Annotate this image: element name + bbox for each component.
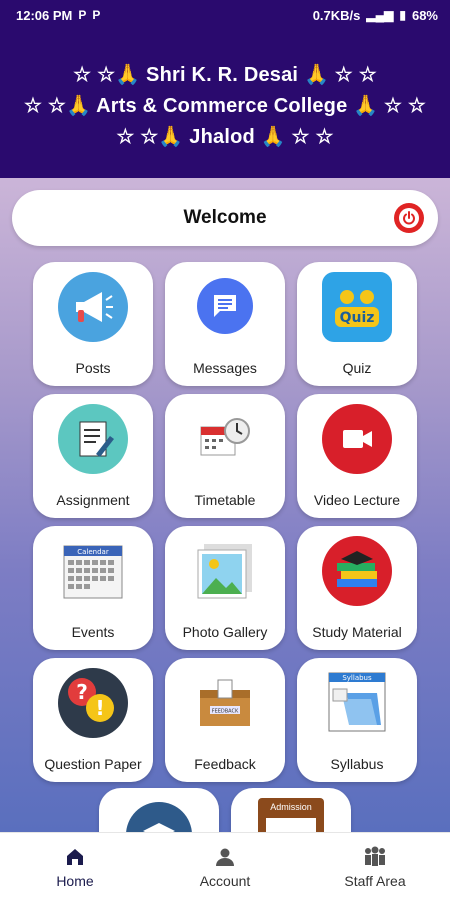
syllabus-folder-icon: Syllabus (322, 668, 392, 738)
tile-label: Video Lecture (313, 492, 401, 508)
svg-text:?: ? (76, 680, 88, 704)
tile-question-paper[interactable]: ?! Question Paper (33, 658, 153, 782)
tile-label: Posts (75, 360, 111, 376)
calendar-icon: Calendar (58, 536, 128, 606)
tile-label: Syllabus (330, 756, 384, 772)
tile-graduation[interactable] (99, 788, 219, 832)
question-alert-icon: ?! (58, 668, 128, 738)
svg-text:FEEDBACK: FEEDBACK (212, 709, 239, 715)
status-time: 12:06 PM (16, 7, 73, 23)
tile-label: Timetable (194, 492, 256, 508)
quiz-icon: Quiz (322, 272, 392, 342)
tile-label: Events (71, 624, 115, 640)
welcome-title: Welcome (183, 207, 267, 228)
tile-label: Photo Gallery (182, 624, 268, 640)
network-speed: 0.7KB/s (312, 7, 361, 23)
tile-label: Assignment (56, 492, 130, 508)
books-icon (322, 536, 392, 606)
college-name-3: ☆🙏 Jhalod 🙏 ☆ (140, 126, 310, 148)
nav-staff-area[interactable]: Staff Area (300, 845, 450, 889)
welcome-card: Welcome (12, 190, 438, 246)
tile-video-lecture[interactable]: Video Lecture (297, 394, 417, 518)
feedback-box-icon: FEEDBACK (190, 668, 260, 738)
status-bar: 12:06 PM P P 0.7KB/s ▂▄▆ ▮ 68% (0, 0, 450, 30)
tile-label: Quiz (342, 360, 372, 376)
home-icon (67, 848, 83, 865)
tile-photo-gallery[interactable]: Photo Gallery (165, 526, 285, 650)
chat-icon (197, 278, 253, 334)
svg-text:Calendar: Calendar (77, 548, 109, 556)
video-camera-icon (322, 404, 392, 474)
nav-label: Home (56, 872, 94, 889)
tile-posts[interactable]: Posts (33, 262, 153, 386)
signal-icon: ▂▄▆ (366, 8, 394, 22)
megaphone-icon (58, 272, 128, 342)
account-icon (216, 848, 234, 866)
svg-text:Quiz: Quiz (340, 310, 375, 326)
college-name-2: ☆🙏 Arts & Commerce College 🙏 ☆ (47, 95, 403, 117)
tile-timetable[interactable]: Timetable (165, 394, 285, 518)
admission-label: Admission (270, 802, 312, 812)
battery-icon: ▮ (399, 8, 406, 22)
staff-icon (365, 846, 385, 866)
svg-text:Syllabus: Syllabus (342, 674, 372, 682)
tile-study-material[interactable]: Study Material (297, 526, 417, 650)
nav-label: Account (199, 872, 251, 889)
main-content: Welcome Posts Messages Quiz Quiz Assignm… (0, 178, 450, 832)
tile-feedback[interactable]: FEEDBACK Feedback (165, 658, 285, 782)
college-header: ☆ ☆🙏 Shri K. R. Desai 🙏 ☆ ☆ ☆ ☆🙏 Arts & … (0, 30, 450, 178)
tile-events[interactable]: Calendar Events (33, 526, 153, 650)
battery-level: 68% (411, 7, 438, 23)
tile-syllabus[interactable]: Syllabus Syllabus (297, 658, 417, 782)
logout-button[interactable] (394, 203, 424, 233)
photo-icon (190, 536, 260, 606)
tile-label: Study Material (312, 624, 402, 640)
parking-icon: P (78, 8, 87, 22)
nav-account[interactable]: Account (150, 845, 300, 889)
calendar-clock-icon (190, 404, 260, 474)
college-name-1: ☆🙏 Shri K. R. Desai 🙏 ☆ (97, 64, 353, 86)
nav-label: Staff Area (344, 872, 406, 889)
admission-icon: Admission (258, 798, 324, 832)
tile-label: Messages (193, 360, 257, 376)
svg-text:!: ! (95, 696, 104, 720)
tile-quiz[interactable]: Quiz Quiz (297, 262, 417, 386)
tile-assignment[interactable]: Assignment (33, 394, 153, 518)
tile-label: Question Paper (44, 756, 142, 772)
header-line-3: ☆ ☆🙏 Jhalod 🙏 ☆ ☆ (116, 126, 334, 148)
nav-home[interactable]: Home (0, 845, 150, 889)
header-line-2: ☆ ☆🙏 Arts & Commerce College 🙏 ☆ ☆ (23, 95, 427, 117)
parking-icon: P (92, 8, 101, 22)
bottom-nav: Home Account Staff Area (0, 832, 450, 900)
tile-admission[interactable]: Admission (231, 788, 351, 832)
tile-messages[interactable]: Messages (165, 262, 285, 386)
power-icon (399, 208, 419, 228)
tile-label: Feedback (194, 756, 256, 772)
header-line-1: ☆ ☆🙏 Shri K. R. Desai 🙏 ☆ ☆ (73, 64, 377, 86)
graduation-icon (126, 802, 192, 832)
assignment-icon (58, 404, 128, 474)
